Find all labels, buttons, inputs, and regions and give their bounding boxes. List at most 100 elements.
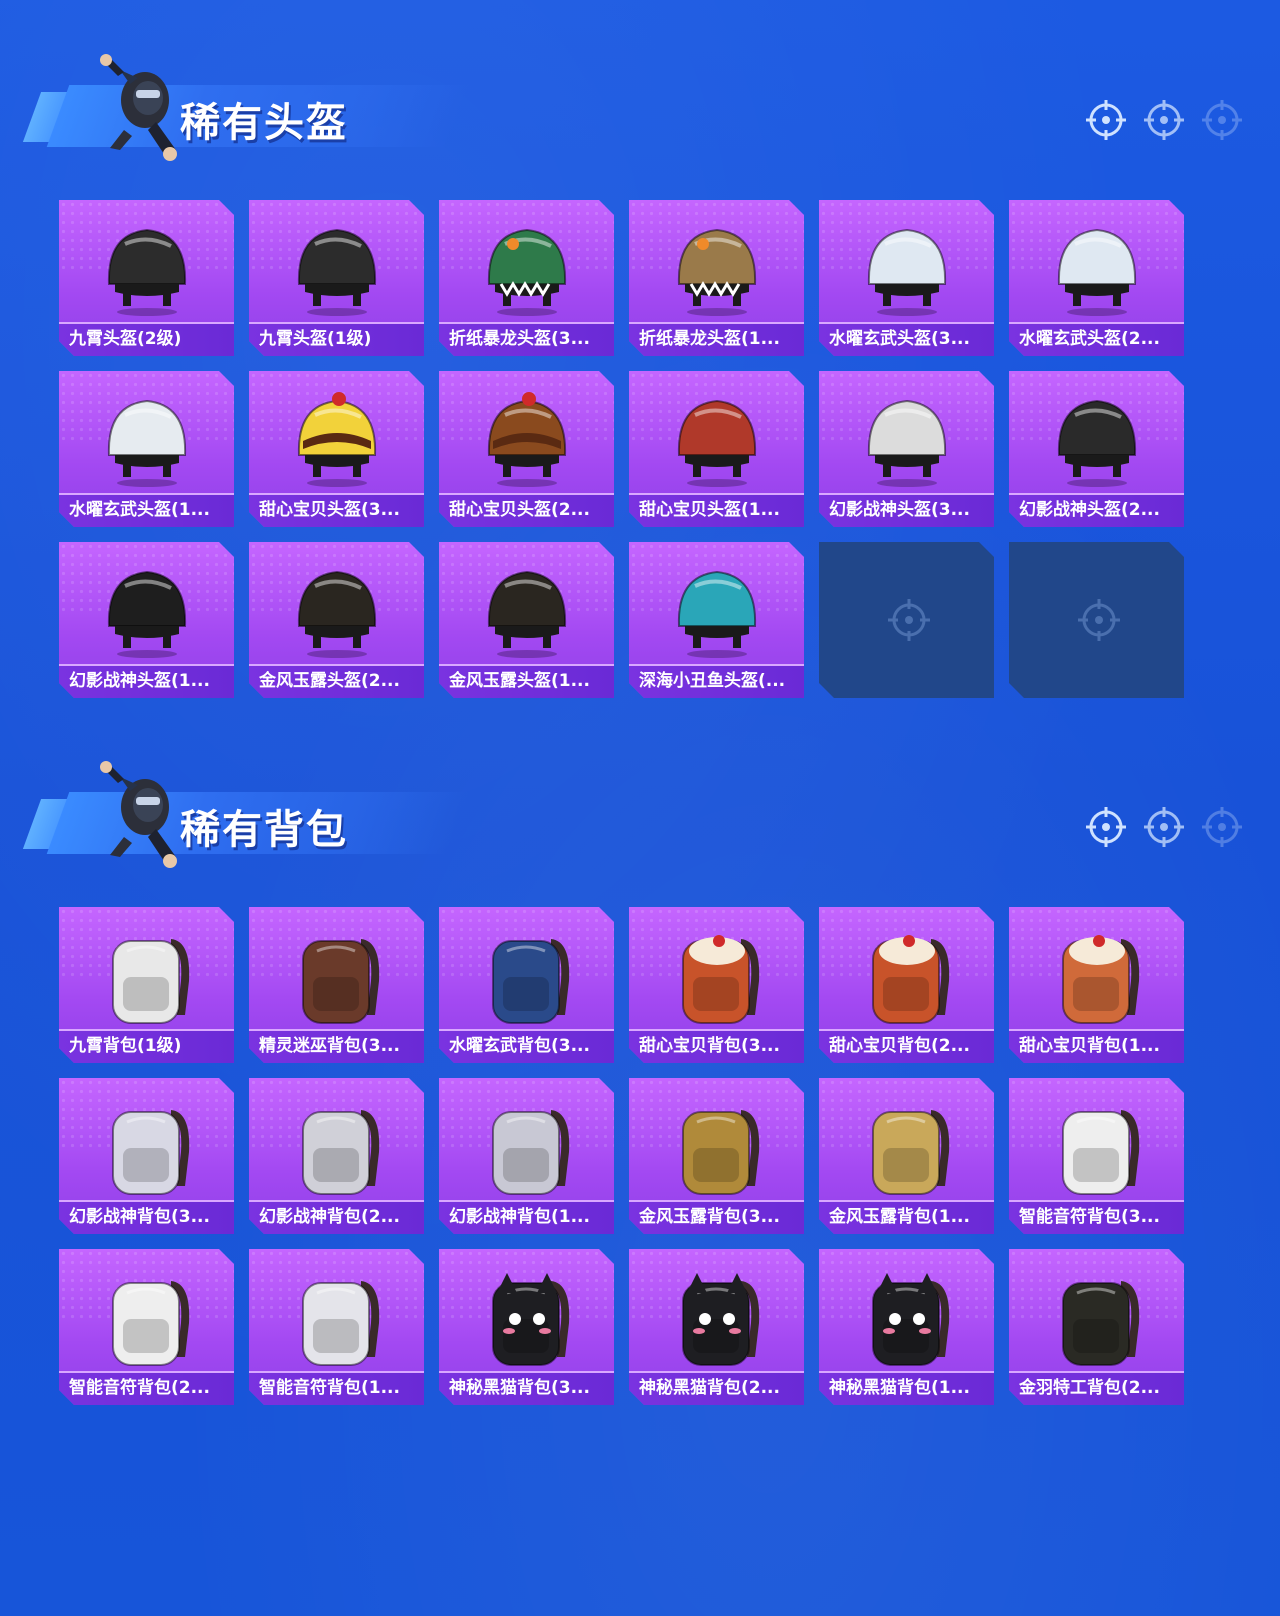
item-label: 甜心宝贝背包(3... [629, 1029, 804, 1063]
helmet-icon [1037, 214, 1157, 320]
item-card[interactable]: 幻影战神头盔(3... [819, 371, 994, 527]
item-label: 幻影战神背包(1... [439, 1200, 614, 1234]
crosshair-icon [1144, 807, 1184, 847]
item-label: 金风玉露背包(3... [629, 1200, 804, 1234]
helmet-icon [847, 214, 967, 320]
item-card[interactable]: 金风玉露背包(3... [629, 1078, 804, 1234]
backpack-icon [277, 1092, 397, 1198]
reticle-decoration [1084, 98, 1254, 144]
helmet-icon [87, 556, 207, 662]
crosshair-icon [1202, 807, 1242, 847]
item-card[interactable]: 智能音符背包(1... [249, 1249, 424, 1405]
item-label: 幻影战神背包(2... [249, 1200, 424, 1234]
item-card[interactable]: 金羽特工背包(2... [1009, 1249, 1184, 1405]
backpack-icon [657, 1092, 777, 1198]
item-label: 九霄头盔(2级) [59, 322, 234, 356]
item-card[interactable]: 水曜玄武头盔(1... [59, 371, 234, 527]
item-card[interactable]: 甜心宝贝头盔(1... [629, 371, 804, 527]
cake-backpack-icon [847, 921, 967, 1027]
item-card[interactable]: 九霄头盔(2级) [59, 200, 234, 356]
empty-slot [1009, 542, 1184, 698]
backpack-icon [277, 921, 397, 1027]
item-label: 智能音符背包(2... [59, 1371, 234, 1405]
item-label: 幻影战神头盔(1... [59, 664, 234, 698]
item-card[interactable]: 甜心宝贝头盔(2... [439, 371, 614, 527]
item-card[interactable]: 幻影战神背包(2... [249, 1078, 424, 1234]
item-card[interactable]: 神秘黑猫背包(3... [439, 1249, 614, 1405]
item-card[interactable]: 金风玉露头盔(1... [439, 542, 614, 698]
item-label: 神秘黑猫背包(1... [819, 1371, 994, 1405]
item-label: 折纸暴龙头盔(3... [439, 322, 614, 356]
item-label: 水曜玄武头盔(3... [819, 322, 994, 356]
item-card[interactable]: 神秘黑猫背包(2... [629, 1249, 804, 1405]
item-label: 甜心宝贝头盔(1... [629, 493, 804, 527]
backpack-icon [1037, 1263, 1157, 1369]
backpack-icon [87, 921, 207, 1027]
item-label: 金羽特工背包(2... [1009, 1371, 1184, 1405]
dino-helmet-icon [467, 214, 587, 320]
item-label: 神秘黑猫背包(3... [439, 1371, 614, 1405]
item-label: 九霄头盔(1级) [249, 322, 424, 356]
cake-backpack-icon [1037, 921, 1157, 1027]
item-card[interactable]: 幻影战神头盔(1... [59, 542, 234, 698]
item-card[interactable]: 金风玉露头盔(2... [249, 542, 424, 698]
helmet-icon [87, 214, 207, 320]
item-label: 智能音符背包(3... [1009, 1200, 1184, 1234]
item-label: 智能音符背包(1... [249, 1371, 424, 1405]
helmet-icon [657, 556, 777, 662]
backpack-icon [467, 921, 587, 1027]
reticle-decoration [1084, 805, 1254, 851]
backpack-icon [1037, 1092, 1157, 1198]
item-card[interactable]: 智能音符背包(3... [1009, 1078, 1184, 1234]
item-card[interactable]: 深海小丑鱼头盔(... [629, 542, 804, 698]
item-card[interactable]: 金风玉露背包(1... [819, 1078, 994, 1234]
item-card[interactable]: 水曜玄武头盔(3... [819, 200, 994, 356]
cake-helmet-icon [467, 385, 587, 491]
item-card[interactable]: 九霄背包(1级) [59, 907, 234, 1063]
crosshair-icon [888, 599, 930, 641]
crosshair-icon [1078, 599, 1120, 641]
item-card[interactable]: 甜心宝贝背包(3... [629, 907, 804, 1063]
crosshair-icon [1202, 100, 1242, 140]
item-label: 神秘黑猫背包(2... [629, 1371, 804, 1405]
item-card[interactable]: 智能音符背包(2... [59, 1249, 234, 1405]
helmet-icon [87, 385, 207, 491]
item-label: 金风玉露头盔(1... [439, 664, 614, 698]
item-label: 幻影战神背包(3... [59, 1200, 234, 1234]
item-card[interactable]: 水曜玄武头盔(2... [1009, 200, 1184, 356]
section-header: 稀有背包 [22, 757, 470, 877]
section-title: 稀有头盔 [180, 100, 348, 146]
item-card[interactable]: 幻影战神背包(1... [439, 1078, 614, 1234]
cat-backpack-icon [657, 1263, 777, 1369]
item-card[interactable]: 幻影战神背包(3... [59, 1078, 234, 1234]
item-card[interactable]: 精灵迷巫背包(3... [249, 907, 424, 1063]
item-label: 水曜玄武头盔(2... [1009, 322, 1184, 356]
item-label: 金风玉露背包(1... [819, 1200, 994, 1234]
item-card[interactable]: 幻影战神头盔(2... [1009, 371, 1184, 527]
mascot-icon [100, 761, 177, 868]
backpack-icon [467, 1092, 587, 1198]
helmet-icon [277, 556, 397, 662]
item-card[interactable]: 甜心宝贝头盔(3... [249, 371, 424, 527]
empty-slot [819, 542, 994, 698]
item-card[interactable]: 折纸暴龙头盔(3... [439, 200, 614, 356]
item-card[interactable]: 九霄头盔(1级) [249, 200, 424, 356]
item-label: 甜心宝贝背包(1... [1009, 1029, 1184, 1063]
item-label: 金风玉露头盔(2... [249, 664, 424, 698]
item-card[interactable]: 神秘黑猫背包(1... [819, 1249, 994, 1405]
dino-helmet-icon [657, 214, 777, 320]
cake-backpack-icon [657, 921, 777, 1027]
crosshair-icon [1086, 807, 1126, 847]
item-label: 水曜玄武头盔(1... [59, 493, 234, 527]
item-label: 折纸暴龙头盔(1... [629, 322, 804, 356]
item-card[interactable]: 折纸暴龙头盔(1... [629, 200, 804, 356]
item-label: 甜心宝贝背包(2... [819, 1029, 994, 1063]
item-card[interactable]: 水曜玄武背包(3... [439, 907, 614, 1063]
item-label: 幻影战神头盔(3... [819, 493, 994, 527]
cat-backpack-icon [847, 1263, 967, 1369]
item-grid: 九霄背包(1级) 精灵迷巫背包(3... 水曜玄武背包(3... 甜心宝贝背包(3..… [59, 907, 1239, 1405]
item-card[interactable]: 甜心宝贝背包(2... [819, 907, 994, 1063]
item-card[interactable]: 甜心宝贝背包(1... [1009, 907, 1184, 1063]
item-label: 水曜玄武背包(3... [439, 1029, 614, 1063]
backpack-icon [277, 1263, 397, 1369]
